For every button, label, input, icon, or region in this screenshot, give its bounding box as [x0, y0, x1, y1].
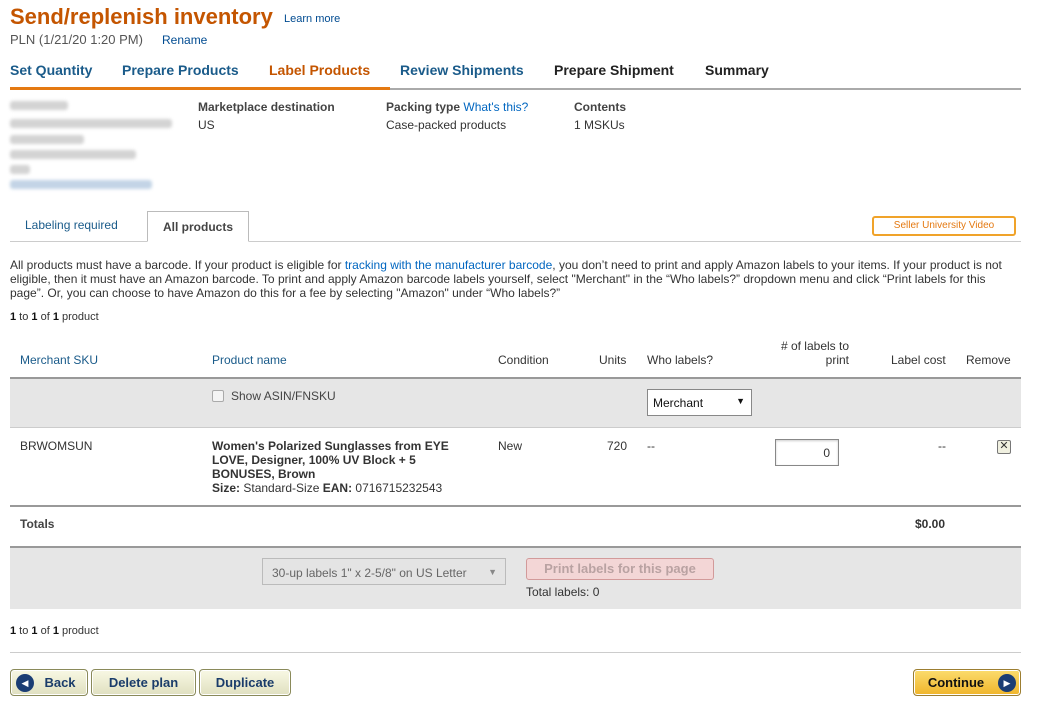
learn-more-link[interactable]: Learn more — [284, 13, 340, 25]
step-progress-track — [390, 88, 1021, 90]
col-header-labels-to-print: # of labels to print — [780, 339, 849, 367]
close-icon: ✕ — [999, 440, 1009, 452]
totals-value: $0.00 — [915, 517, 946, 531]
row-divider — [10, 427, 1021, 428]
ean-label: EAN: — [322, 481, 353, 495]
continue-button[interactable]: Continue ▶ — [913, 669, 1021, 696]
duplicate-button[interactable]: Duplicate — [199, 669, 291, 696]
step-label-products[interactable]: Label Products — [269, 62, 370, 78]
col-header-remove: Remove — [966, 353, 1011, 367]
step-summary: Summary — [705, 62, 769, 78]
label-format-select[interactable]: 30-up labels 1" x 2-5/8" on US Letter ▼ — [262, 558, 506, 585]
col-header-who-labels: Who labels? — [647, 353, 714, 367]
rename-link[interactable]: Rename — [162, 33, 207, 47]
packing-type-value: Case-packed products — [386, 118, 507, 132]
seller-university-video-button[interactable]: Seller University Video — [872, 216, 1016, 236]
step-review-shipments[interactable]: Review Shipments — [400, 62, 524, 78]
pager-top: 1 to 1 of 1 product — [10, 311, 99, 323]
col-header-condition: Condition — [498, 353, 549, 367]
plan-name: PLN (1/21/20 1:20 PM) — [10, 32, 143, 47]
pager-of-word: of — [37, 625, 53, 637]
chevron-down-icon: ▼ — [736, 396, 745, 406]
back-button[interactable]: ◀ Back — [10, 669, 88, 696]
print-labels-button[interactable]: Print labels for this page — [526, 558, 714, 580]
show-asin-label: Show ASIN/FNSKU — [231, 389, 336, 403]
table-filter-row — [10, 379, 1021, 427]
col-header-units: Units — [599, 353, 627, 367]
page-title: Send/replenish inventory — [10, 4, 273, 29]
marketplace-value: US — [198, 118, 215, 132]
pager-to-word: to — [16, 625, 32, 637]
show-asin-checkbox[interactable] — [212, 390, 224, 402]
arrow-left-icon: ◀ — [16, 674, 34, 692]
packing-help-link[interactable]: What's this? — [463, 100, 528, 114]
tab-all-products[interactable]: All products — [147, 211, 249, 242]
pager-unit: product — [58, 625, 99, 637]
barcode-info-text: All products must have a barcode. If you… — [10, 258, 1020, 300]
packing-type-label: Packing type — [386, 100, 461, 114]
arrow-right-icon: ▶ — [998, 674, 1016, 692]
size-value: Standard-Size — [240, 481, 323, 495]
packing-type-header: Packing type What's this? — [386, 100, 528, 114]
chevron-down-icon: ▼ — [488, 567, 497, 577]
remove-row-button[interactable]: ✕ — [997, 440, 1011, 454]
print-labels-panel — [10, 548, 1021, 609]
step-prepare-products[interactable]: Prepare Products — [122, 62, 239, 78]
contents-label: Contents — [574, 100, 626, 114]
who-labels-select-all[interactable]: Merchant ▼ — [647, 389, 752, 416]
label-format-selected: 30-up labels 1" x 2-5/8" on US Letter — [272, 566, 467, 580]
total-labels-count: Total labels: 0 — [526, 585, 600, 599]
pager-to-word: to — [16, 311, 32, 323]
step-prepare-shipment: Prepare Shipment — [554, 62, 674, 78]
delete-plan-button[interactable]: Delete plan — [91, 669, 196, 696]
col-header-merchant-sku[interactable]: Merchant SKU — [20, 353, 98, 367]
ship-from-address-redacted — [10, 98, 180, 194]
row-units: 720 — [606, 439, 627, 453]
footer-divider — [10, 652, 1021, 653]
contents-value: 1 MSKUs — [574, 118, 625, 132]
continue-button-label: Continue — [927, 675, 985, 690]
info-text-part-1: All products must have a barcode. If you… — [10, 258, 345, 272]
pager-unit: product — [58, 311, 99, 323]
col-header-label-cost: Label cost — [891, 353, 946, 367]
ean-value: 0716715232543 — [352, 481, 443, 495]
step-progress-bar — [10, 87, 390, 90]
marketplace-label: Marketplace destination — [198, 100, 335, 114]
size-label: Size: — [212, 481, 241, 495]
col-header-product-name[interactable]: Product name — [212, 353, 287, 367]
row-label-cost: -- — [938, 439, 946, 453]
manufacturer-barcode-link[interactable]: tracking with the manufacturer barcode — [345, 258, 552, 272]
who-labels-selected: Merchant — [653, 396, 704, 410]
back-button-label: Back — [44, 675, 76, 690]
totals-divider-top — [10, 505, 1021, 507]
row-product-name: Women's Polarized Sunglasses from EYE LO… — [212, 439, 449, 481]
tab-labeling-required[interactable]: Labeling required — [10, 211, 145, 241]
pager-bottom: 1 to 1 of 1 product — [10, 625, 99, 637]
step-set-quantity[interactable]: Set Quantity — [10, 62, 92, 78]
row-who-labels: -- — [647, 439, 655, 453]
row-condition: New — [498, 439, 523, 453]
pager-of-word: of — [37, 311, 53, 323]
totals-label: Totals — [20, 517, 55, 531]
row-product-details: Size: Standard-Size EAN: 0716715232543 — [212, 481, 477, 495]
labels-to-print-input[interactable]: 0 — [775, 439, 839, 466]
row-sku: BRWOMSUN — [20, 439, 93, 453]
